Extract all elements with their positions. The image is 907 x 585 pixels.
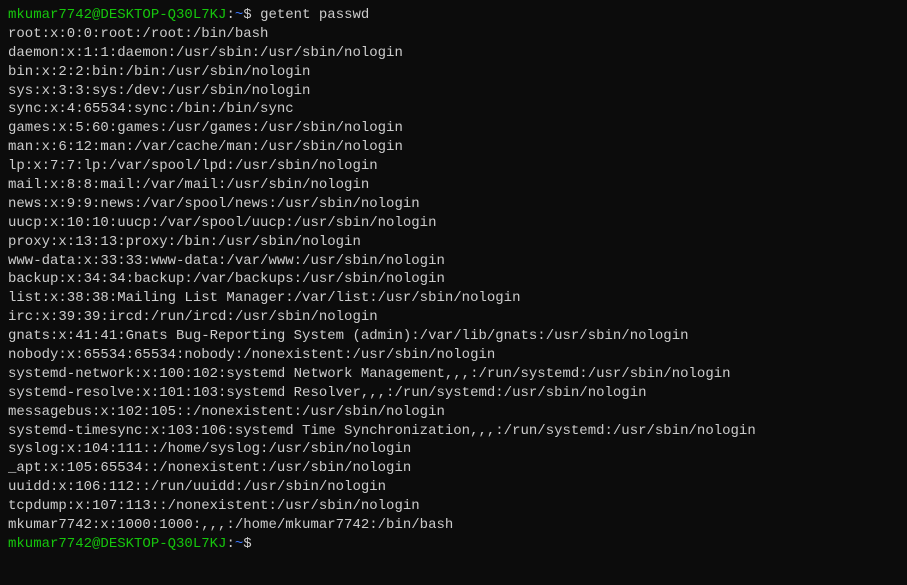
output-line: systemd-network:x:100:102:systemd Networ… xyxy=(8,365,899,384)
prompt-symbol: $ xyxy=(243,536,251,552)
output-line: daemon:x:1:1:daemon:/usr/sbin:/usr/sbin/… xyxy=(8,44,899,63)
output-line: tcpdump:x:107:113::/nonexistent:/usr/sbi… xyxy=(8,497,899,516)
output-line: mkumar7742:x:1000:1000:,,,:/home/mkumar7… xyxy=(8,516,899,535)
output-line: uuidd:x:106:112::/run/uuidd:/usr/sbin/no… xyxy=(8,478,899,497)
output-line: www-data:x:33:33:www-data:/var/www:/usr/… xyxy=(8,252,899,271)
output-line: bin:x:2:2:bin:/bin:/usr/sbin/nologin xyxy=(8,63,899,82)
output-line: root:x:0:0:root:/root:/bin/bash xyxy=(8,25,899,44)
prompt-symbol: $ xyxy=(243,7,251,23)
output-line: uucp:x:10:10:uucp:/var/spool/uucp:/usr/s… xyxy=(8,214,899,233)
prompt-colon: : xyxy=(226,536,234,552)
output-line: backup:x:34:34:backup:/var/backups:/usr/… xyxy=(8,270,899,289)
output-line: proxy:x:13:13:proxy:/bin:/usr/sbin/nolog… xyxy=(8,233,899,252)
output-line: systemd-timesync:x:103:106:systemd Time … xyxy=(8,422,899,441)
prompt-line-2[interactable]: mkumar7742@DESKTOP-Q30L7KJ:~$ xyxy=(8,535,899,554)
output-line: irc:x:39:39:ircd:/run/ircd:/usr/sbin/nol… xyxy=(8,308,899,327)
command-output: root:x:0:0:root:/root:/bin/bashdaemon:x:… xyxy=(8,25,899,535)
output-line: messagebus:x:102:105::/nonexistent:/usr/… xyxy=(8,403,899,422)
output-line: man:x:6:12:man:/var/cache/man:/usr/sbin/… xyxy=(8,138,899,157)
command-text: getent passwd xyxy=(260,7,369,23)
output-line: gnats:x:41:41:Gnats Bug-Reporting System… xyxy=(8,327,899,346)
output-line: games:x:5:60:games:/usr/games:/usr/sbin/… xyxy=(8,119,899,138)
prompt-colon: : xyxy=(226,7,234,23)
prompt-host: DESKTOP-Q30L7KJ xyxy=(100,536,226,552)
output-line: lp:x:7:7:lp:/var/spool/lpd:/usr/sbin/nol… xyxy=(8,157,899,176)
output-line: sync:x:4:65534:sync:/bin:/bin/sync xyxy=(8,100,899,119)
output-line: mail:x:8:8:mail:/var/mail:/usr/sbin/nolo… xyxy=(8,176,899,195)
output-line: nobody:x:65534:65534:nobody:/nonexistent… xyxy=(8,346,899,365)
prompt-path: ~ xyxy=(235,536,243,552)
output-line: syslog:x:104:111::/home/syslog:/usr/sbin… xyxy=(8,440,899,459)
output-line: news:x:9:9:news:/var/spool/news:/usr/sbi… xyxy=(8,195,899,214)
output-line: _apt:x:105:65534::/nonexistent:/usr/sbin… xyxy=(8,459,899,478)
prompt-host: DESKTOP-Q30L7KJ xyxy=(100,7,226,23)
prompt-path: ~ xyxy=(235,7,243,23)
output-line: list:x:38:38:Mailing List Manager:/var/l… xyxy=(8,289,899,308)
output-line: systemd-resolve:x:101:103:systemd Resolv… xyxy=(8,384,899,403)
output-line: sys:x:3:3:sys:/dev:/usr/sbin/nologin xyxy=(8,82,899,101)
prompt-user: mkumar7742 xyxy=(8,7,92,23)
prompt-line-1: mkumar7742@DESKTOP-Q30L7KJ:~$ getent pas… xyxy=(8,6,899,25)
prompt-user: mkumar7742 xyxy=(8,536,92,552)
